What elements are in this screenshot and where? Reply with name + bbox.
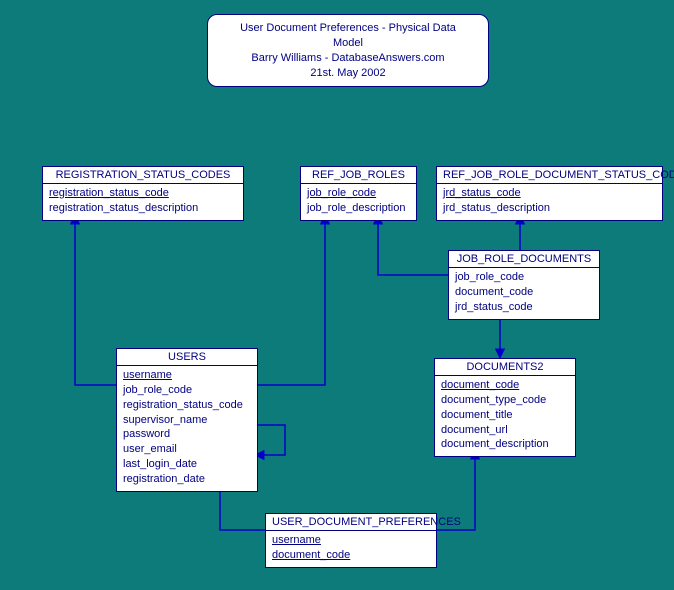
- entity-header: REGISTRATION_STATUS_CODES: [43, 167, 243, 184]
- entity-header: USERS: [117, 349, 257, 366]
- entity-body: username job_role_code registration_stat…: [117, 366, 257, 491]
- column: registration_date: [123, 472, 251, 487]
- title-line3: 21st. May 2002: [228, 66, 468, 81]
- entity-header: USER_DOCUMENT_PREFERENCES: [266, 514, 436, 531]
- title-line2: Barry Williams - DatabaseAnswers.com: [228, 51, 468, 66]
- column: registration_status_code: [123, 398, 251, 413]
- column: document_code: [455, 285, 593, 300]
- column: registration_status_description: [49, 201, 237, 216]
- entity-body: job_role_code document_code jrd_status_c…: [449, 268, 599, 319]
- column: user_email: [123, 442, 251, 457]
- column-pk: username: [123, 368, 251, 383]
- column-pk: job_role_code: [307, 186, 410, 201]
- entity-header: DOCUMENTS2: [435, 359, 575, 376]
- entity-body: registration_status_code registration_st…: [43, 184, 243, 220]
- entity-ref-jrd-status-code: REF_JOB_ROLE_DOCUMENT_STATUS_CODE jrd_st…: [436, 166, 663, 221]
- column-pk: document_code: [272, 548, 430, 563]
- entity-registration-status-codes: REGISTRATION_STATUS_CODES registration_s…: [42, 166, 244, 221]
- column: job_role_code: [123, 383, 251, 398]
- entity-body: document_code document_type_code documen…: [435, 376, 575, 456]
- column: supervisor_name: [123, 413, 251, 428]
- column: jrd_status_code: [455, 300, 593, 315]
- column-pk: jrd_status_code: [443, 186, 656, 201]
- entity-user-document-preferences: USER_DOCUMENT_PREFERENCES username docum…: [265, 513, 437, 568]
- entity-job-role-documents: JOB_ROLE_DOCUMENTS job_role_code documen…: [448, 250, 600, 320]
- column: document_title: [441, 408, 569, 423]
- column: jrd_status_description: [443, 201, 656, 216]
- column: password: [123, 427, 251, 442]
- column-pk: username: [272, 533, 430, 548]
- title-line1: User Document Preferences - Physical Dat…: [228, 21, 468, 51]
- entity-documents2: DOCUMENTS2 document_code document_type_c…: [434, 358, 576, 457]
- column: last_login_date: [123, 457, 251, 472]
- diagram-title-box: User Document Preferences - Physical Dat…: [207, 14, 489, 87]
- entity-body: jrd_status_code jrd_status_description: [437, 184, 662, 220]
- column: document_type_code: [441, 393, 569, 408]
- column: job_role_description: [307, 201, 410, 216]
- column: job_role_code: [455, 270, 593, 285]
- entity-header: REF_JOB_ROLES: [301, 167, 416, 184]
- entity-header: REF_JOB_ROLE_DOCUMENT_STATUS_CODE: [437, 167, 662, 184]
- column: document_description: [441, 437, 569, 452]
- column-pk: document_code: [441, 378, 569, 393]
- erd-canvas: User Document Preferences - Physical Dat…: [0, 0, 674, 590]
- entity-body: username document_code: [266, 531, 436, 567]
- column-pk: registration_status_code: [49, 186, 237, 201]
- entity-ref-job-roles: REF_JOB_ROLES job_role_code job_role_des…: [300, 166, 417, 221]
- entity-header: JOB_ROLE_DOCUMENTS: [449, 251, 599, 268]
- entity-body: job_role_code job_role_description: [301, 184, 416, 220]
- column: document_url: [441, 423, 569, 438]
- entity-users: USERS username job_role_code registratio…: [116, 348, 258, 492]
